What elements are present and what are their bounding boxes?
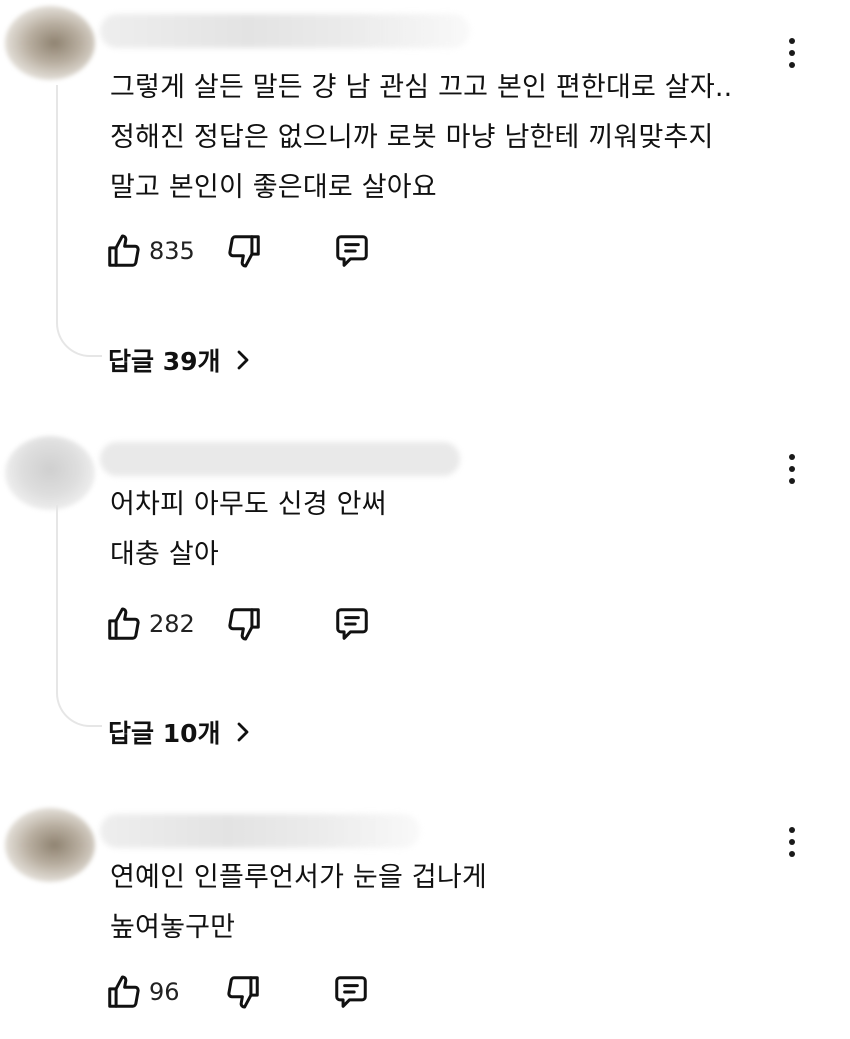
comment-actions: 282 [105, 602, 371, 646]
like-count: 835 [149, 237, 195, 265]
thumbs-down-icon [228, 235, 260, 268]
thumbs-down-icon [226, 976, 259, 1009]
more-vertical-icon [789, 454, 795, 460]
chevron-right-icon [237, 722, 248, 742]
chevron-right-icon [237, 350, 248, 370]
author-name-blurred [100, 14, 470, 48]
thumbs-up-icon [108, 607, 140, 640]
comment-actions: 96 [105, 970, 370, 1014]
like-button[interactable]: 96 [105, 973, 180, 1011]
like-button[interactable]: 282 [105, 605, 195, 643]
comment-icon [336, 235, 368, 267]
like-count: 96 [149, 978, 180, 1006]
like-count: 282 [149, 610, 195, 638]
dislike-button[interactable] [225, 232, 263, 270]
thread-connector [56, 85, 102, 357]
comment-text: 어차피 아무도 신경 안써 대충 살아 [110, 489, 387, 570]
thread-connector [56, 505, 102, 727]
comment-text: 연예인 인플루언서가 눈을 겁나게 높여놓구만 [110, 862, 487, 943]
like-button[interactable]: 835 [105, 232, 195, 270]
reply-button[interactable] [333, 605, 371, 643]
avatar[interactable] [5, 808, 95, 882]
reply-button[interactable] [332, 973, 370, 1011]
view-replies-button[interactable]: 답글 10개 [108, 712, 251, 752]
more-vertical-icon [789, 38, 795, 44]
thumbs-up-icon [108, 975, 140, 1008]
author-name-blurred [100, 442, 460, 476]
author-name-blurred [100, 814, 420, 848]
view-replies-button[interactable]: 답글 39개 [108, 340, 251, 380]
comment-icon [334, 976, 367, 1008]
replies-label: 답글 39개 [108, 347, 221, 376]
thumbs-down-icon [228, 608, 260, 641]
comment-actions: 835 [105, 229, 371, 273]
more-vertical-icon [789, 827, 795, 833]
reply-button[interactable] [333, 232, 371, 270]
replies-label: 답글 10개 [108, 719, 221, 748]
comment-icon [336, 608, 368, 640]
comment-text: 그렇게 살든 말든 걍 남 관심 끄고 본인 편한대로 살자.. 정해진 정답은… [110, 72, 733, 203]
avatar[interactable] [5, 6, 95, 80]
thumbs-up-icon [108, 234, 140, 267]
avatar[interactable] [5, 436, 95, 510]
dislike-button[interactable] [224, 973, 262, 1011]
dislike-button[interactable] [225, 605, 263, 643]
